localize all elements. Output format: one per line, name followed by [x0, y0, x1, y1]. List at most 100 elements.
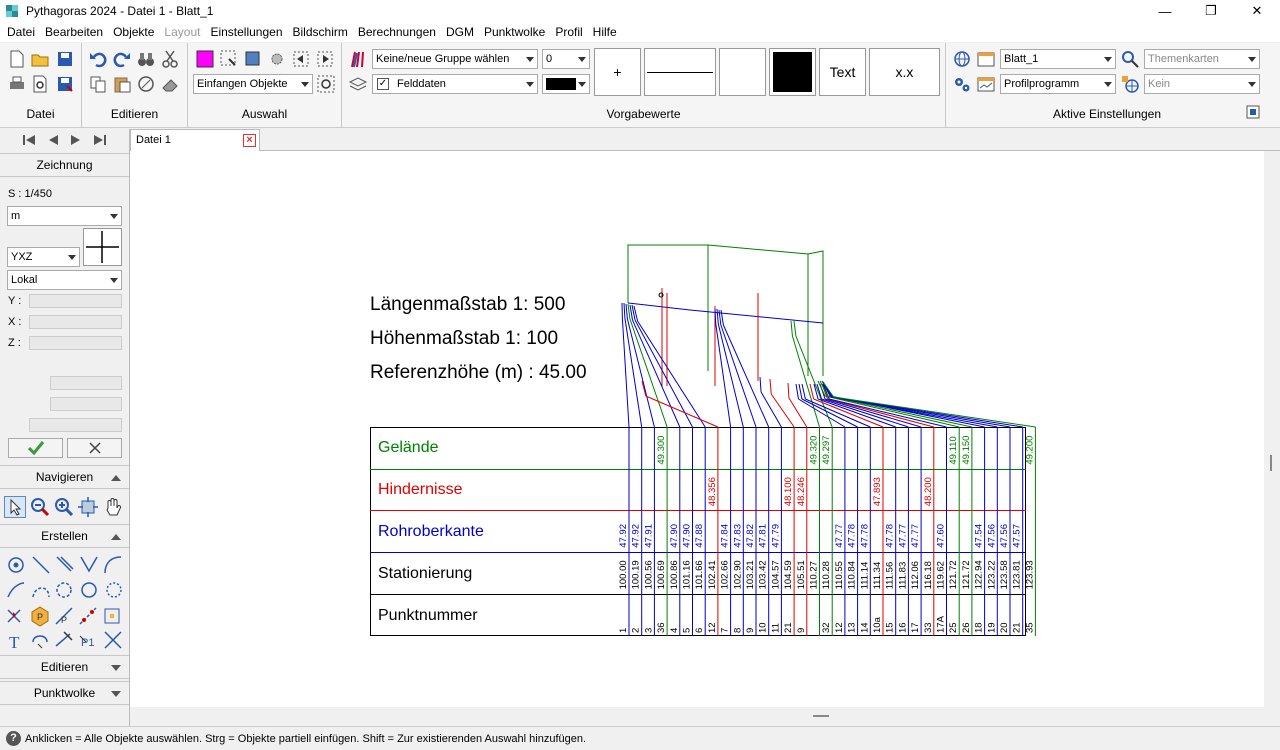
- menu-datei[interactable]: Datei: [2, 25, 40, 39]
- paste-special-icon[interactable]: [136, 74, 156, 94]
- help-icon[interactable]: ?: [6, 731, 21, 746]
- redo-icon[interactable]: [112, 49, 132, 69]
- maximize-button[interactable]: ❐: [1188, 0, 1234, 22]
- color-select[interactable]: [542, 74, 590, 94]
- confirm-button[interactable]: [8, 438, 63, 458]
- point-tool-icon[interactable]: [8, 557, 24, 573]
- zoom-extent-icon[interactable]: [77, 496, 99, 518]
- eraser-icon[interactable]: [160, 74, 180, 94]
- prev-record-icon[interactable]: [47, 134, 59, 146]
- copy-icon[interactable]: [88, 74, 108, 94]
- first-record-icon[interactable]: [22, 134, 36, 146]
- layer-checkbox[interactable]: ✓: [377, 78, 389, 90]
- curve-tool-icon[interactable]: [104, 556, 122, 574]
- paste-icon[interactable]: [112, 74, 132, 94]
- print-icon[interactable]: [7, 74, 27, 94]
- section-punktwolke[interactable]: Punktwolke: [0, 681, 129, 705]
- sheet-icon[interactable]: [976, 49, 996, 69]
- menu-hilfe[interactable]: Hilfe: [588, 25, 622, 39]
- menu-einstellungen[interactable]: Einstellungen: [205, 25, 287, 39]
- pencils-icon[interactable]: [348, 49, 368, 69]
- select-star-icon[interactable]: [267, 49, 287, 69]
- theme-search-icon[interactable]: [1120, 49, 1140, 69]
- polyline-tool-icon[interactable]: [80, 556, 98, 573]
- zoom-out-icon[interactable]: [29, 496, 51, 518]
- select-fill-icon[interactable]: [243, 49, 263, 69]
- horizontal-scrollbar[interactable]: [130, 707, 1280, 726]
- extra-field-3[interactable]: [29, 418, 122, 432]
- section-editieren[interactable]: Editieren: [0, 655, 129, 679]
- menu-bearbeiten[interactable]: Bearbeiten: [40, 25, 108, 39]
- menu-berechnungen[interactable]: Berechnungen: [353, 25, 441, 39]
- save-as-icon[interactable]: [55, 74, 75, 94]
- themen-select[interactable]: Themenkarten: [1144, 49, 1260, 69]
- kein-select[interactable]: Kein: [1144, 74, 1260, 94]
- fill-black-button[interactable]: [769, 48, 816, 96]
- globe-icon[interactable]: [952, 49, 972, 69]
- profile-program-icon[interactable]: [976, 74, 996, 94]
- point-symbol-button[interactable]: +: [594, 48, 641, 96]
- point-on-line-icon[interactable]: P: [55, 607, 73, 625]
- menu-objekte[interactable]: Objekte: [108, 25, 159, 39]
- section-zeichnung[interactable]: Zeichnung: [0, 153, 129, 177]
- close-button[interactable]: ✕: [1234, 0, 1280, 22]
- tab-datei-1[interactable]: Datei 1 ×: [130, 129, 260, 152]
- select-previous-icon[interactable]: [291, 49, 311, 69]
- minimize-button[interactable]: —: [1142, 0, 1188, 22]
- sheet-select[interactable]: Blatt_1: [1000, 49, 1116, 69]
- intersection-tool-icon[interactable]: [104, 631, 122, 649]
- menu-punktwolke[interactable]: Punktwolke: [479, 25, 550, 39]
- point-distribution-icon[interactable]: [79, 607, 97, 625]
- web-layer-icon[interactable]: [1120, 74, 1140, 94]
- line-number-select[interactable]: 0: [542, 49, 590, 69]
- circle-center-icon[interactable]: [56, 582, 72, 598]
- extra-field-2[interactable]: [50, 397, 122, 411]
- y-input[interactable]: [29, 294, 122, 308]
- circle-tool-icon[interactable]: [81, 582, 97, 598]
- axes-select[interactable]: YXZ: [7, 247, 80, 267]
- print-preview-icon[interactable]: [30, 74, 50, 94]
- circle-three-point-icon[interactable]: [106, 582, 122, 598]
- dimension-tool-icon[interactable]: [32, 635, 48, 649]
- drawing-canvas[interactable]: Längenmaßstab 1: 500 Höhenmaßstab 1: 100…: [130, 151, 1264, 707]
- pan-hand-icon[interactable]: [102, 496, 124, 518]
- label-point-icon[interactable]: P1: [79, 635, 94, 649]
- layer-select[interactable]: ✓ Felddaten: [372, 74, 538, 94]
- vertical-scrollbar[interactable]: [1264, 151, 1280, 707]
- close-tab-icon[interactable]: ×: [243, 134, 256, 147]
- grid-point-icon[interactable]: [104, 608, 120, 624]
- next-record-icon[interactable]: [70, 134, 82, 146]
- arc-three-point-icon[interactable]: [32, 587, 50, 598]
- section-erstellen[interactable]: Erstellen: [0, 524, 129, 548]
- annotation-tool-icon[interactable]: [55, 631, 73, 647]
- z-input[interactable]: [29, 336, 122, 350]
- text-tool-icon[interactable]: T: [9, 633, 20, 652]
- menu-layout[interactable]: Layout: [159, 25, 205, 39]
- zoom-select-icon[interactable]: [316, 74, 336, 94]
- fill-white-button[interactable]: [719, 48, 766, 96]
- polygon-point-icon[interactable]: P: [31, 606, 49, 627]
- horizontal-scroll-grip[interactable]: [813, 715, 829, 717]
- arc-tool-icon[interactable]: [7, 582, 25, 598]
- cancel-button[interactable]: [67, 438, 122, 458]
- unit-select[interactable]: m: [7, 206, 122, 226]
- vertical-scroll-grip[interactable]: [1270, 455, 1272, 471]
- binoculars-icon[interactable]: [136, 49, 156, 69]
- menu-dgm[interactable]: DGM: [441, 25, 479, 39]
- menu-profil[interactable]: Profil: [550, 25, 587, 39]
- profile-select[interactable]: Profilprogramm: [1000, 74, 1116, 94]
- zoom-in-icon[interactable]: [53, 496, 75, 518]
- select-window-icon[interactable]: [219, 49, 239, 69]
- coord-system-select[interactable]: Lokal: [7, 270, 122, 290]
- extra-field-1[interactable]: [50, 376, 122, 390]
- parallel-line-icon[interactable]: [56, 556, 74, 572]
- last-record-icon[interactable]: [93, 134, 107, 146]
- group-select[interactable]: Keine/neue Gruppe wählen: [372, 49, 538, 69]
- select-color-icon[interactable]: [195, 49, 215, 69]
- line-style-button[interactable]: [644, 48, 716, 96]
- pointer-tool-icon[interactable]: [4, 496, 26, 518]
- section-navigieren[interactable]: Navigieren: [0, 465, 129, 489]
- undo-icon[interactable]: [88, 49, 108, 69]
- line-tool-icon[interactable]: [32, 556, 50, 574]
- new-file-icon[interactable]: [7, 49, 27, 69]
